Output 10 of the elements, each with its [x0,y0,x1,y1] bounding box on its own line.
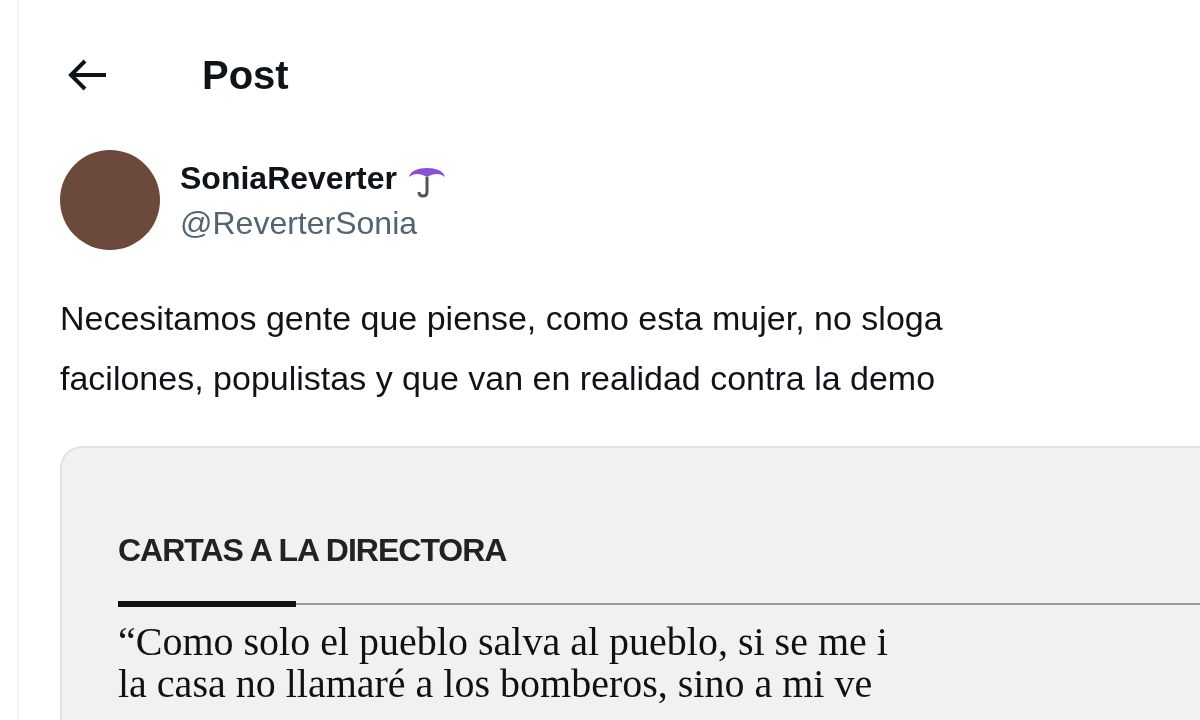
newspaper-quote-line: la casa no llamaré a los bomberos, sino a mi ve [118,663,874,705]
attached-image[interactable]: CARTAS A LA DIRECTORA “Como solo el pueblo salva al pueblo, si se me i la casa no llamaré a los bomberos, sino a mi ve [60,446,1200,720]
newspaper-section-title: CARTAS A LA DIRECTORA [118,532,508,569]
post-text-line: Necesitamos gente que piense, como esta mujer, no sloga [60,298,944,339]
post-text-line: facilones, populistas y que van en realidad contra la demo [60,358,937,399]
newspaper-quote-line: “Como solo el pueblo salva al pueblo, si se me i [118,621,889,663]
author-name[interactable]: SoniaReverter [180,160,397,197]
back-arrow-icon[interactable] [68,58,108,92]
page-title: Post [202,52,289,98]
author-handle[interactable]: @ReverterSonia [180,204,447,242]
